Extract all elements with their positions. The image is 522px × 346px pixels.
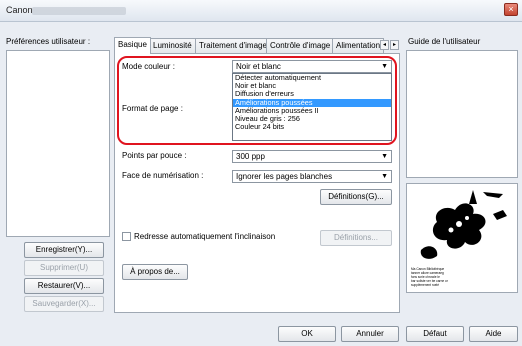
tab-brightness[interactable]: Luminosité (149, 38, 196, 53)
chevron-down-icon: ▼ (381, 153, 388, 160)
dpi-value: 300 ppp (236, 152, 265, 161)
color-mode-label: Mode couleur : (122, 62, 175, 71)
thumb-caption-line: supplémenent ruelé (411, 283, 439, 287)
title-bar: Canon × (0, 0, 522, 22)
scan-preview-image: Ma Canon Bibliothèque tanner allure came… (411, 190, 507, 287)
ok-button[interactable]: OK (278, 326, 336, 342)
tab-basic[interactable]: Basique (114, 37, 151, 54)
dpi-select[interactable]: 300 ppp ▼ (232, 150, 392, 163)
user-preferences-label: Préférences utilisateur : (6, 37, 91, 46)
restore-preferences-button[interactable]: Restaurer(V)... (24, 278, 104, 294)
about-button[interactable]: À propos de... (122, 264, 188, 280)
tab-image-control[interactable]: Contrôle d'image (266, 38, 335, 53)
chevron-down-icon: ▼ (381, 173, 388, 180)
tab-scroll-left-button[interactable]: ◂ (380, 40, 389, 50)
scan-side-label: Face de numérisation : (122, 171, 204, 180)
guide-preview-box (406, 50, 518, 178)
chevron-down-icon: ▼ (381, 63, 388, 70)
scan-side-value: Ignorer les pages blanches (236, 172, 333, 181)
tab-scroll-right-button[interactable]: ▸ (390, 40, 399, 50)
color-mode-select[interactable]: Noir et blanc ▼ (232, 60, 392, 73)
deskew-label: Redresse automatiquement l'inclinaison (134, 232, 276, 241)
tab-feeding[interactable]: Alimentation (332, 38, 385, 53)
dpi-label: Points par pouce : (122, 151, 187, 160)
deskew-definitions-button[interactable]: Définitions... (320, 230, 392, 246)
window-title-redacted (32, 7, 126, 15)
scan-side-select[interactable]: Ignorer les pages blanches ▼ (232, 170, 392, 183)
cancel-button[interactable]: Annuler (341, 326, 399, 342)
color-mode-value: Noir et blanc (236, 62, 281, 71)
backup-preferences-button[interactable]: Sauvegarder(X)... (24, 296, 104, 312)
user-preferences-list[interactable] (6, 50, 110, 237)
help-button[interactable]: Aide (469, 326, 518, 342)
color-mode-dropdown-list: Détecter automatiquement Noir et blanc D… (232, 73, 392, 141)
scan-preview-thumbnail: Ma Canon Bibliothèque tanner allure came… (406, 183, 518, 293)
user-guide-label: Guide de l'utilisateur (408, 37, 481, 46)
deskew-checkbox[interactable] (122, 232, 131, 241)
color-mode-option[interactable]: Couleur 24 bits (233, 123, 391, 131)
close-button[interactable]: × (504, 3, 518, 16)
page-size-label: Format de page : (122, 104, 183, 113)
window-title: Canon (6, 5, 33, 15)
tab-image-processing[interactable]: Traitement d'image (195, 38, 271, 53)
scan-side-definitions-button[interactable]: Définitions(G)... (320, 189, 392, 205)
default-button[interactable]: Défaut (406, 326, 464, 342)
save-preferences-button[interactable]: Enregistrer(Y)... (24, 242, 104, 258)
delete-preferences-button[interactable]: Supprimer(U) (24, 260, 104, 276)
